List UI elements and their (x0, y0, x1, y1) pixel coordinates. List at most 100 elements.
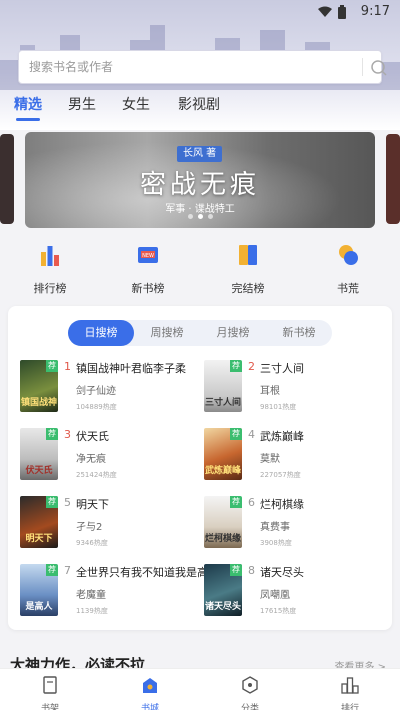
rank-number: 4 (248, 428, 255, 441)
quick-nav-label: 排行榜 (33, 282, 67, 295)
ranking-card: 日搜榜 周搜榜 月搜榜 新书榜 荐 镇国战神 1 镇国战神叶君临李子柔 剑子仙迹… (8, 306, 392, 630)
tab-male[interactable]: 男生 (68, 94, 96, 114)
battery-icon (338, 5, 346, 19)
book-title: 镇国战神叶君临李子柔 (76, 362, 186, 375)
quick-nav-label: 新书榜 (131, 282, 165, 295)
book-heat: 1139热度 (76, 607, 108, 615)
search-icon[interactable] (368, 57, 390, 79)
active-tab-indicator (16, 118, 40, 121)
status-time: 9:17 (360, 4, 390, 19)
rank-tab-monthly[interactable]: 月搜榜 (200, 320, 266, 346)
cover-title: 诸天尽头 (204, 602, 241, 612)
book-cover: 荐 烂柯棋缘 (204, 496, 242, 548)
book-author: 净无痕 (76, 454, 106, 465)
wifi-icon (318, 6, 332, 17)
banner-prev-peek[interactable] (0, 134, 14, 224)
book-item[interactable]: 荐 诸天尽头 8 诸天尽头 凤嘲凰 17615热度 (204, 564, 394, 620)
rank-number: 1 (64, 360, 71, 373)
recommend-badge: 荐 (46, 428, 58, 440)
cover-title: 三寸人间 (204, 398, 241, 408)
book-item[interactable]: 荐 武炼巅峰 4 武炼巅峰 莫默 227057热度 (204, 428, 394, 484)
rank-tab-weekly[interactable]: 周搜榜 (134, 320, 200, 346)
carousel-dot[interactable] (197, 214, 203, 219)
book-item[interactable]: 荐 明天下 5 明天下 孑与2 9346热度 (20, 496, 210, 552)
channel-tabs: 精选 男生 女生 影视剧 (0, 94, 400, 124)
cover-title: 镇国战神 (20, 398, 57, 408)
ranking-nav-icon (341, 677, 359, 694)
rank-number: 6 (248, 496, 255, 509)
nav-category[interactable]: 分类 (220, 675, 280, 710)
bookshelf-icon (43, 676, 57, 694)
book-heat: 227057热度 (260, 471, 301, 479)
book-cover: 荐 伏天氏 (20, 428, 58, 480)
recommend-badge: 荐 (230, 360, 242, 372)
cover-title: 武炼巅峰 (204, 466, 241, 476)
ranking-icon (41, 246, 59, 266)
book-title: 三寸人间 (260, 362, 304, 375)
rank-tab-daily[interactable]: 日搜榜 (68, 320, 134, 346)
quick-nav-completed[interactable]: 完结榜 (218, 242, 278, 296)
quick-nav-ranking[interactable]: 排行榜 (20, 242, 80, 296)
book-heat: 98101热度 (260, 403, 297, 411)
nav-bookstore[interactable]: 书城 (120, 675, 180, 710)
book-item[interactable]: 荐 是高人 7 全世界只有我不知道我是高人 老魔童 1139热度 (20, 564, 219, 620)
quick-nav: 排行榜 NEW 新书榜 完结榜 书荒 (0, 242, 400, 296)
rank-number: 7 (64, 564, 71, 577)
search-input[interactable] (29, 51, 349, 83)
book-cover: 荐 镇国战神 (20, 360, 58, 412)
book-item[interactable]: 荐 伏天氏 3 伏天氏 净无痕 251424热度 (20, 428, 210, 484)
banner-carousel[interactable]: 长风 著 密战无痕 军事 · 谍战特工 (25, 132, 375, 228)
recommend-badge: 荐 (46, 496, 58, 508)
cover-title: 烂柯棋缘 (204, 534, 241, 544)
new-book-icon: NEW (138, 247, 158, 263)
tab-female[interactable]: 女生 (122, 94, 150, 114)
nav-label: 分类 (240, 704, 259, 710)
status-bar: 9:17 (0, 0, 400, 24)
bottom-nav: 书架 书城 分类 排行 (0, 668, 400, 710)
book-heat: 251424热度 (76, 471, 117, 479)
book-cover: 荐 武炼巅峰 (204, 428, 242, 480)
book-cover: 荐 是高人 (20, 564, 58, 616)
book-item[interactable]: 荐 烂柯棋缘 6 烂柯棋缘 真费事 3908热度 (204, 496, 394, 552)
quick-nav-book-shortage[interactable]: 书荒 (318, 242, 378, 296)
carousel-dot[interactable] (187, 214, 193, 219)
book-title: 武炼巅峰 (260, 430, 304, 443)
tab-featured[interactable]: 精选 (14, 94, 42, 114)
book-heat: 9346热度 (76, 539, 108, 547)
nav-bookshelf[interactable]: 书架 (20, 675, 80, 710)
nav-ranking[interactable]: 排行 (320, 675, 380, 710)
quick-nav-label: 完结榜 (231, 282, 265, 295)
quick-nav-new-books[interactable]: NEW 新书榜 (118, 242, 178, 296)
rank-number: 8 (248, 564, 255, 577)
book-author: 真费事 (260, 522, 290, 533)
book-title: 明天下 (76, 498, 109, 511)
carousel-dot[interactable] (207, 214, 213, 219)
book-author: 耳根 (260, 386, 280, 397)
banner-subtitle: 军事 · 谍战特工 (165, 204, 235, 215)
search-bar[interactable] (18, 50, 387, 84)
book-heat: 17615热度 (260, 607, 297, 615)
book-author: 剑子仙迹 (76, 386, 116, 397)
cover-title: 明天下 (25, 534, 53, 544)
rank-tab-new[interactable]: 新书榜 (266, 320, 332, 346)
book-heat: 3908热度 (260, 539, 292, 547)
cover-title: 是高人 (25, 602, 53, 612)
book-author: 凤嘲凰 (260, 590, 290, 601)
banner-title: 密战无痕 (139, 170, 260, 200)
book-heat: 104889热度 (76, 403, 117, 411)
svg-text:NEW: NEW (142, 253, 154, 259)
cover-title: 伏天氏 (25, 466, 53, 476)
rank-number: 3 (64, 428, 71, 441)
tab-film-tv[interactable]: 影视剧 (178, 94, 220, 114)
banner-author-tag: 长风 著 (177, 146, 223, 162)
book-title: 全世界只有我不知道我是高人 (76, 566, 219, 579)
banner-next-peek[interactable] (386, 134, 400, 224)
book-item[interactable]: 荐 镇国战神 1 镇国战神叶君临李子柔 剑子仙迹 104889热度 (20, 360, 210, 416)
book-cover: 荐 明天下 (20, 496, 58, 548)
book-item[interactable]: 荐 三寸人间 2 三寸人间 耳根 98101热度 (204, 360, 394, 416)
recommend-badge: 荐 (46, 564, 58, 576)
book-cover: 荐 三寸人间 (204, 360, 242, 412)
nav-label: 书城 (140, 704, 159, 710)
category-icon (242, 676, 258, 694)
completed-icon (239, 245, 257, 265)
